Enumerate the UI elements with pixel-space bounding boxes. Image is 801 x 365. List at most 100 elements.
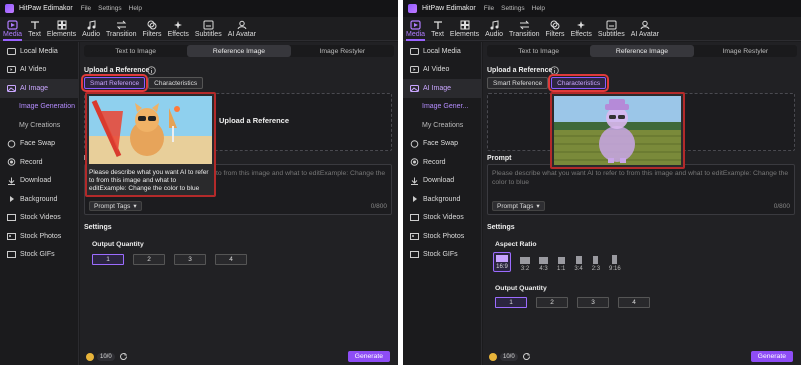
sidebar-item-record[interactable]: Record	[403, 153, 481, 172]
subtab-smart-reference[interactable]: Smart Reference	[80, 74, 149, 92]
tool-elements[interactable]: Elements	[47, 19, 76, 40]
sidebar-item-stock-gifs[interactable]: Stock GIFs	[0, 246, 78, 265]
characteristics-tooltip	[550, 92, 685, 169]
quantity-option-1[interactable]: 1	[495, 297, 527, 308]
tool-subtitles[interactable]: Subtitles	[195, 19, 222, 40]
menu-help[interactable]: Help	[129, 5, 142, 12]
tool-subtitles[interactable]: Subtitles	[598, 19, 625, 40]
effects-icon	[173, 19, 183, 30]
tab-reference-image[interactable]: Reference Image	[187, 45, 291, 57]
quantity-option-1[interactable]: 1	[92, 254, 124, 265]
aspect-option-3-2[interactable]: 3:2	[520, 257, 530, 272]
face-swap-icon	[410, 139, 419, 148]
info-icon[interactable]	[550, 66, 559, 77]
tool-filters[interactable]: Filters	[143, 19, 162, 40]
sidebar-item-record[interactable]: Record	[0, 153, 78, 172]
tool-transition[interactable]: Transition	[106, 19, 137, 40]
sidebar-item-face-swap[interactable]: Face Swap	[403, 135, 481, 154]
title-bar: HitPaw Edimakor File Settings Help	[0, 0, 398, 17]
tool-effects[interactable]: Effects	[571, 19, 592, 40]
sidebar-item-my-creations[interactable]: My Creations	[0, 116, 78, 135]
audio-icon	[489, 19, 499, 30]
sidebar-item-stock-videos[interactable]: Stock Videos	[403, 209, 481, 228]
transition-icon	[519, 19, 530, 30]
prompt-tags-dropdown[interactable]: Prompt Tags ▾	[89, 201, 142, 211]
prompt-input[interactable]: Please describe what you want AI to refe…	[487, 164, 795, 215]
generate-button[interactable]: Generate	[347, 351, 390, 362]
menu-file[interactable]: File	[484, 5, 494, 12]
subtab-smart-reference[interactable]: Smart Reference	[487, 77, 549, 89]
tool-audio[interactable]: Audio	[485, 19, 503, 40]
main-panel: Text to Image Reference Image Image Rest…	[80, 42, 398, 365]
sidebar-item-background[interactable]: Background	[403, 190, 481, 209]
tool-filters[interactable]: Filters	[546, 19, 565, 40]
subtab-characteristics[interactable]: Characteristics	[548, 74, 610, 92]
tool-audio[interactable]: Audio	[82, 19, 100, 40]
sidebar-item-ai-video[interactable]: AI Video	[403, 61, 481, 80]
tool-effects[interactable]: Effects	[168, 19, 189, 40]
menu-file[interactable]: File	[81, 5, 91, 12]
menu-help[interactable]: Help	[532, 5, 545, 12]
elements-icon	[57, 19, 67, 30]
quantity-option-3[interactable]: 3	[174, 254, 206, 265]
ratio-2-3-icon	[593, 256, 599, 264]
sidebar-item-image-generation[interactable]: Image Generation	[0, 98, 78, 117]
sidebar-item-my-creations[interactable]: My Creations	[403, 116, 481, 135]
refresh-icon[interactable]	[119, 352, 128, 363]
prompt-tags-dropdown[interactable]: Prompt Tags ▾	[492, 201, 545, 211]
aspect-option-16-9[interactable]: 16:9	[493, 252, 511, 272]
audio-icon	[86, 19, 96, 30]
cat-beach-chair-image	[89, 96, 212, 164]
sidebar-item-stock-gifs[interactable]: Stock GIFs	[403, 246, 481, 265]
sidebar-item-download[interactable]: Download	[403, 172, 481, 191]
sidebar-item-ai-image[interactable]: AI Image	[403, 79, 481, 98]
sidebar-item-face-swap[interactable]: Face Swap	[0, 135, 78, 154]
menu-settings[interactable]: Settings	[98, 5, 122, 12]
sidebar-item-ai-image[interactable]: AI Image	[0, 79, 78, 98]
quantity-option-4[interactable]: 4	[215, 254, 247, 265]
refresh-icon[interactable]	[522, 352, 531, 363]
info-icon[interactable]	[147, 66, 156, 77]
sidebar-item-stock-videos[interactable]: Stock Videos	[0, 209, 78, 228]
tab-text-to-image[interactable]: Text to Image	[84, 45, 187, 57]
mode-tabs: Text to Image Reference Image Image Rest…	[487, 45, 797, 57]
text-icon	[433, 19, 443, 30]
sidebar-item-local-media[interactable]: Local Media	[403, 42, 481, 61]
sidebar-item-ai-video[interactable]: AI Video	[0, 61, 78, 80]
aspect-ratio-label: Aspect Ratio	[495, 241, 537, 248]
tool-ai-avatar[interactable]: AI Avatar	[228, 19, 256, 40]
character-count: 0/800	[773, 203, 790, 210]
aspect-option-2-3[interactable]: 2:3	[592, 256, 600, 272]
tool-elements[interactable]: Elements	[450, 19, 479, 40]
tab-image-restyler[interactable]: Image Restyler	[291, 45, 394, 57]
tab-image-restyler[interactable]: Image Restyler	[694, 45, 797, 57]
quantity-option-3[interactable]: 3	[577, 297, 609, 308]
tool-media[interactable]: Media	[3, 19, 23, 41]
app-window-right: HitPaw Edimakor File Settings Help Media…	[403, 0, 801, 365]
sidebar-item-image-generation[interactable]: Image Gener...	[403, 98, 481, 117]
aspect-option-1-1[interactable]: 1:1	[557, 257, 565, 272]
sidebar-item-local-media[interactable]: Local Media	[0, 42, 78, 61]
quantity-option-2[interactable]: 2	[133, 254, 165, 265]
aspect-option-4-3[interactable]: 4:3	[539, 257, 548, 272]
tool-text[interactable]: Text	[28, 19, 41, 40]
sidebar-item-stock-photos[interactable]: Stock Photos	[0, 227, 78, 246]
sidebar-item-download[interactable]: Download	[0, 172, 78, 191]
stock-videos-icon	[7, 214, 16, 222]
tab-text-to-image[interactable]: Text to Image	[487, 45, 590, 57]
menu-settings[interactable]: Settings	[501, 5, 525, 12]
quantity-option-4[interactable]: 4	[618, 297, 650, 308]
tool-text[interactable]: Text	[431, 19, 444, 40]
tool-transition[interactable]: Transition	[509, 19, 540, 40]
tab-reference-image[interactable]: Reference Image	[590, 45, 694, 57]
sidebar-item-stock-photos[interactable]: Stock Photos	[403, 227, 481, 246]
sidebar-item-background[interactable]: Background	[0, 190, 78, 209]
tool-ai-avatar[interactable]: AI Avatar	[631, 19, 659, 40]
aspect-option-3-4[interactable]: 3:4	[574, 256, 583, 272]
subtab-characteristics[interactable]: Characteristics	[148, 77, 204, 89]
quantity-option-2[interactable]: 2	[536, 297, 568, 308]
aspect-option-9-16[interactable]: 9:16	[609, 255, 621, 272]
generate-button[interactable]: Generate	[750, 351, 793, 362]
app-logo-icon	[5, 4, 14, 13]
tool-media[interactable]: Media	[406, 19, 426, 41]
